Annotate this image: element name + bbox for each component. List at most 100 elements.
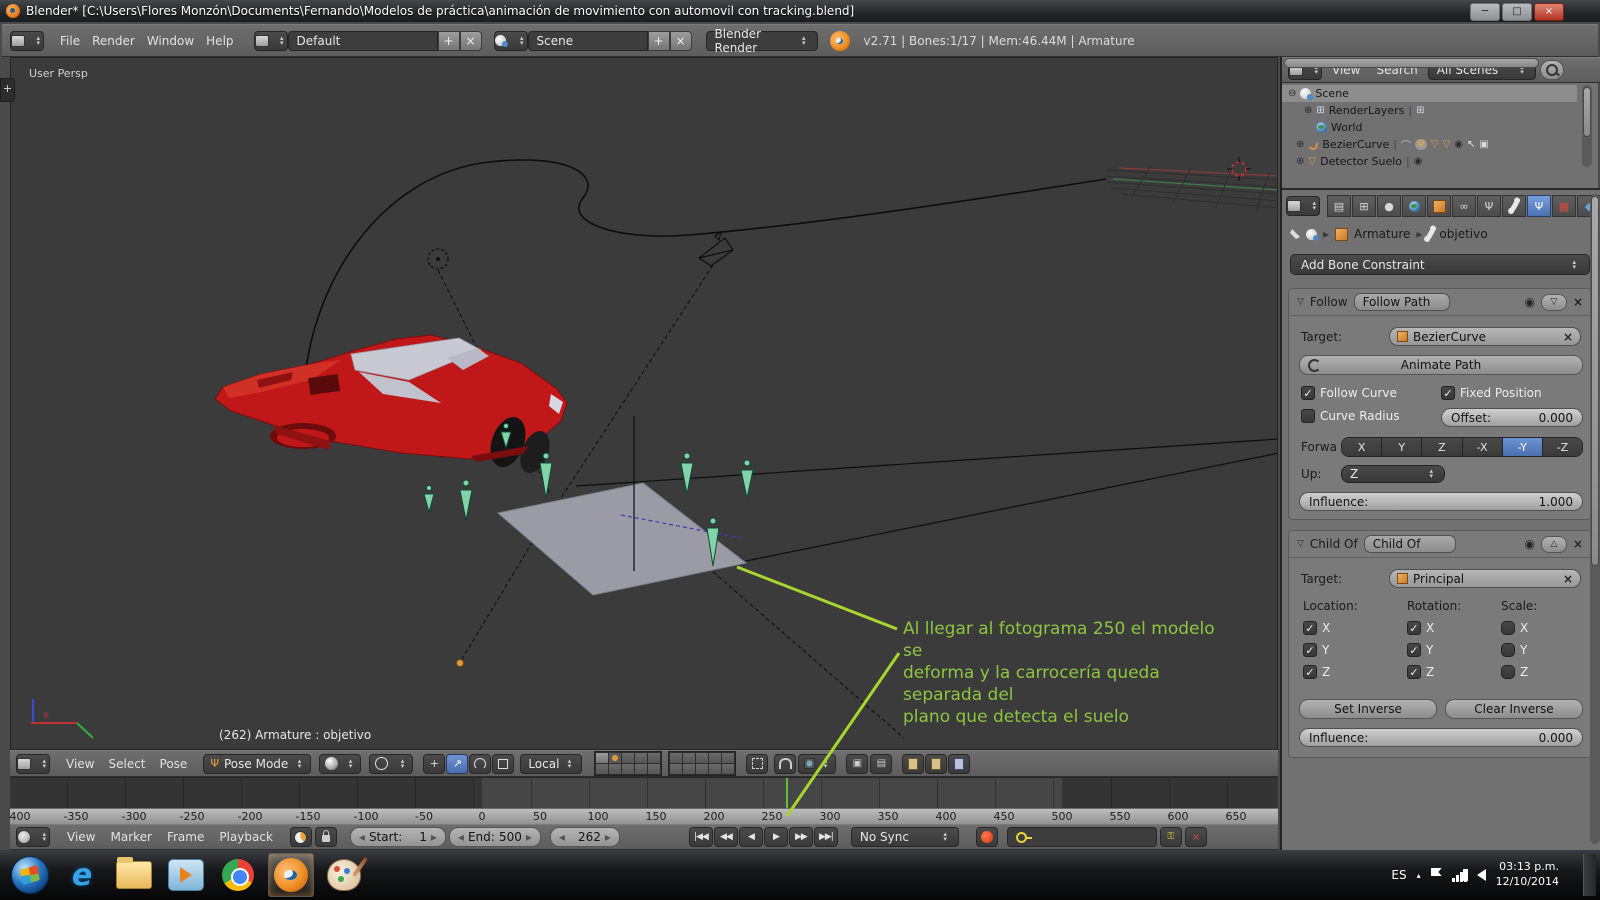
- curve-radius-checkbox[interactable]: Curve Radius: [1301, 409, 1399, 423]
- snap-magnet-button[interactable]: [774, 754, 796, 774]
- mode-select[interactable]: Ψ Pose Mode ▴▾: [203, 754, 311, 774]
- menu-timeline-view[interactable]: View: [61, 830, 101, 844]
- sync-mode-select[interactable]: No Sync ▴▾: [851, 827, 959, 847]
- editor-type-selector-properties[interactable]: ▴▾: [1286, 196, 1320, 216]
- tab-world[interactable]: [1402, 195, 1426, 217]
- layer-toggle[interactable]: [622, 764, 634, 774]
- show-desktop-button[interactable]: [1583, 854, 1596, 896]
- childof-loc-z-checkbox[interactable]: ✓Z: [1303, 665, 1330, 679]
- outliner-row-detector-suelo[interactable]: ⊕ ▽ Detector Suelo | ◉: [1282, 153, 1577, 170]
- play-button[interactable]: ▶: [764, 827, 788, 847]
- menu-timeline-playback[interactable]: Playback: [213, 830, 279, 844]
- minimize-button[interactable]: ─: [1470, 3, 1500, 21]
- layer-toggle[interactable]: [696, 764, 708, 774]
- menu-file[interactable]: File: [54, 34, 86, 48]
- layer-toggle[interactable]: [596, 753, 608, 763]
- lock-range-button[interactable]: [315, 827, 337, 847]
- empty-handle-dot[interactable]: [457, 660, 464, 667]
- render-opengl-anim-button[interactable]: ▤: [870, 754, 892, 774]
- empty-object[interactable]: [428, 249, 448, 269]
- layer-toggle[interactable]: [670, 753, 682, 763]
- copy-pose-button[interactable]: [902, 754, 924, 774]
- manipulator-translate-button[interactable]: ↗: [446, 754, 468, 774]
- layer-toggle[interactable]: [683, 764, 695, 774]
- constraint-delete-icon[interactable]: ×: [1573, 295, 1583, 309]
- visibility-eye-icon[interactable]: ◉: [1414, 156, 1423, 167]
- menu-help[interactable]: Help: [200, 34, 239, 48]
- animate-path-button[interactable]: Animate Path: [1299, 355, 1583, 375]
- insert-keyframe-button[interactable]: ⚿: [1160, 827, 1182, 847]
- renderlayer-link-icon[interactable]: ⊞: [1416, 105, 1424, 116]
- snap-element-select[interactable]: ▴▾: [798, 754, 836, 774]
- add-bone-constraint-button[interactable]: Add Bone Constraint ▴▾: [1290, 254, 1590, 275]
- outliner-vertical-scrollbar[interactable]: [1582, 85, 1592, 167]
- properties-vertical-scrollbar[interactable]: [1590, 194, 1600, 844]
- screen-layout-field[interactable]: Default: [288, 31, 438, 51]
- transform-orientation-select[interactable]: Local ▴▾: [520, 754, 582, 774]
- language-indicator[interactable]: ES: [1391, 868, 1406, 882]
- frame-start-field[interactable]: ◂ Start: 1 ▸: [350, 827, 446, 847]
- toolbar-expand-tab[interactable]: +: [0, 78, 15, 102]
- layer-toggle[interactable]: [635, 753, 647, 763]
- editor-type-selector[interactable]: ▴▾: [10, 31, 44, 51]
- tab-render[interactable]: ▤: [1327, 195, 1351, 217]
- pin-icon[interactable]: [1290, 229, 1300, 239]
- constraint-eye-toggle[interactable]: ◉: [1524, 537, 1534, 551]
- outliner-row-world[interactable]: World: [1282, 119, 1577, 136]
- childof-rot-z-checkbox[interactable]: ✓Z: [1407, 665, 1434, 679]
- restrict-icon-b[interactable]: ▽: [1443, 139, 1451, 150]
- follow-path-influence-slider[interactable]: Influence: 1.000: [1299, 492, 1583, 511]
- tab-constraints[interactable]: ∞: [1452, 195, 1476, 217]
- constraint-name-field[interactable]: Follow Path: [1354, 293, 1450, 311]
- delete-scene-button[interactable]: ×: [670, 31, 692, 51]
- chrome-icon[interactable]: [216, 854, 260, 896]
- armature-modifier-icon[interactable]: Ψ: [1415, 139, 1427, 150]
- layer-toggle[interactable]: [722, 753, 734, 763]
- close-button[interactable]: ×: [1534, 3, 1564, 21]
- constraint-delete-icon[interactable]: ×: [1573, 537, 1583, 551]
- menu-window[interactable]: Window: [141, 34, 200, 48]
- breadcrumb-bone[interactable]: objetivo: [1439, 227, 1487, 241]
- paste-pose-button[interactable]: [925, 754, 947, 774]
- constraint-move-down-button[interactable]: ▽: [1541, 294, 1567, 311]
- jump-to-end-button[interactable]: ▶▶|: [814, 827, 838, 847]
- panel-expand-icon[interactable]: ▽: [1297, 539, 1304, 549]
- preview-range-clock-button[interactable]: [290, 827, 312, 847]
- next-keyframe-button[interactable]: ▶▶: [789, 827, 813, 847]
- layer-toggle[interactable]: [648, 753, 660, 763]
- menu-timeline-marker[interactable]: Marker: [104, 830, 157, 844]
- texture-space-button[interactable]: [746, 754, 768, 774]
- current-frame-playhead[interactable]: [786, 778, 788, 809]
- set-inverse-button[interactable]: Set Inverse: [1299, 699, 1437, 719]
- childof-scale-z-checkbox[interactable]: Z: [1501, 665, 1528, 679]
- tab-bone[interactable]: [1502, 195, 1526, 217]
- forward-axis-neg-x[interactable]: -X: [1463, 438, 1503, 456]
- curve-data-icon[interactable]: ⌒: [1401, 137, 1411, 152]
- paste-flipped-pose-button[interactable]: [948, 754, 970, 774]
- viewport-shading-select[interactable]: ▴▾: [319, 754, 361, 774]
- restrict-icon-a[interactable]: ▽: [1431, 139, 1439, 150]
- constraint-move-up-button[interactable]: △: [1541, 536, 1567, 553]
- childof-loc-y-checkbox[interactable]: ✓Y: [1303, 643, 1330, 657]
- layer-toggle[interactable]: [683, 753, 695, 763]
- tab-bone-constraint[interactable]: Ψ: [1527, 195, 1551, 217]
- manipulator-rotate-button[interactable]: [469, 754, 491, 774]
- clock[interactable]: 03:13 p.m. 12/10/2014: [1496, 860, 1559, 890]
- keying-set-field[interactable]: [1007, 827, 1157, 847]
- tab-object-data[interactable]: Ψ: [1477, 195, 1501, 217]
- renderable-camera-icon[interactable]: ▣: [1479, 139, 1488, 150]
- play-reverse-button[interactable]: ◀: [739, 827, 763, 847]
- menu-view3d-pose[interactable]: Pose: [154, 757, 194, 771]
- constraint-name-field[interactable]: Child Of: [1364, 535, 1456, 553]
- constraint-eye-toggle[interactable]: ◉: [1524, 295, 1534, 309]
- breadcrumb-object[interactable]: Armature: [1354, 227, 1410, 241]
- 3d-viewport[interactable]: x User Persp (262) Armature : objetivo A…: [10, 57, 1278, 750]
- forward-axis-neg-y[interactable]: -Y: [1503, 438, 1543, 456]
- childof-scale-y-checkbox[interactable]: Y: [1501, 643, 1528, 657]
- camera-object[interactable]: [699, 232, 733, 266]
- layer-toggle[interactable]: [670, 764, 682, 774]
- layer-toggle[interactable]: [635, 764, 647, 774]
- childof-scale-x-checkbox[interactable]: X: [1501, 621, 1528, 635]
- editor-type-selector-timeline[interactable]: ▴▾: [16, 827, 50, 847]
- screen-layout-icon-button[interactable]: ▴▾: [254, 31, 288, 51]
